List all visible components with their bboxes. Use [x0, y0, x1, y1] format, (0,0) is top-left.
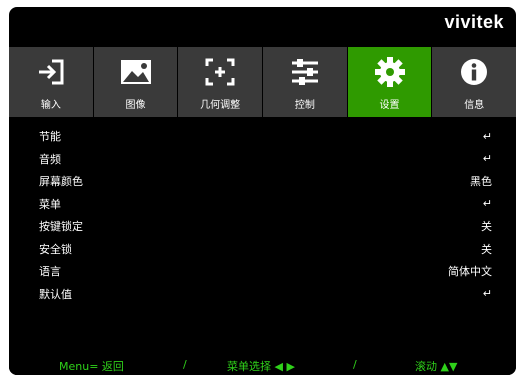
- input-icon: [33, 54, 69, 90]
- footer-scroll-hint: 滚动 ▲▼: [415, 360, 458, 373]
- menu-item-value: 关: [481, 242, 492, 256]
- brand-logo: vivitek: [444, 12, 504, 32]
- enter-icon: ↵: [482, 129, 492, 143]
- footer-separator: /: [183, 358, 187, 371]
- footer-hint-bar: Menu= 返回 / 菜单选择 ◀ ▶ / 滚动 ▲▼: [9, 355, 516, 375]
- menu-item-key-lock[interactable]: 按键锁定 关: [9, 215, 516, 238]
- menu-item-label: 菜单: [39, 197, 61, 211]
- tab-bar: 输入 图像 几何调整 控制 设置 信息: [9, 47, 516, 117]
- info-icon: [456, 54, 492, 90]
- menu-item-security-lock[interactable]: 安全锁 关: [9, 238, 516, 261]
- menu-item-label: 屏幕颜色: [39, 175, 83, 189]
- menu-item-value: 简体中文: [448, 265, 492, 279]
- menu-item-language[interactable]: 语言 简体中文: [9, 260, 516, 283]
- osd-menu-window: vivitek 输入 图像 几何调整 控制 设置 信息 节能 ↵ 音频 ↵ 屏幕…: [9, 7, 516, 375]
- footer-menu-back-hint: Menu= 返回: [59, 360, 124, 373]
- menu-item-label: 按键锁定: [39, 220, 83, 234]
- menu-item-value: 关: [481, 220, 492, 234]
- enter-icon: ↵: [482, 287, 492, 301]
- menu-item-default[interactable]: 默认值 ↵: [9, 283, 516, 306]
- tab-label: 输入: [40, 100, 61, 111]
- menu-item-power-saving[interactable]: 节能 ↵: [9, 125, 516, 148]
- tab-geometry[interactable]: 几何调整: [178, 47, 263, 117]
- footer-separator: /: [353, 358, 357, 371]
- tab-info[interactable]: 信息: [432, 47, 516, 117]
- menu-item-menu[interactable]: 菜单 ↵: [9, 193, 516, 216]
- image-icon: [118, 54, 154, 90]
- enter-icon: ↵: [482, 152, 492, 166]
- tab-label: 图像: [125, 100, 146, 111]
- menu-item-label: 节能: [39, 130, 61, 144]
- gear-icon: [372, 54, 408, 90]
- menu-item-value: 黑色: [470, 175, 492, 189]
- tab-label: 设置: [379, 100, 400, 111]
- menu-item-label: 音频: [39, 152, 61, 166]
- menu-item-label: 语言: [39, 265, 61, 279]
- menu-item-label: 安全锁: [39, 242, 72, 256]
- footer-menu-select-hint: 菜单选择 ◀ ▶: [227, 360, 295, 373]
- tab-image[interactable]: 图像: [93, 47, 178, 117]
- menu-item-audio[interactable]: 音频 ↵: [9, 148, 516, 171]
- settings-menu-list: 节能 ↵ 音频 ↵ 屏幕颜色 黑色 菜单 ↵ 按键锁定 关 安全锁 关 语言 简…: [9, 117, 516, 350]
- tab-settings[interactable]: 设置: [347, 47, 432, 117]
- tab-label: 控制: [294, 100, 315, 111]
- tab-control[interactable]: 控制: [263, 47, 347, 117]
- menu-item-label: 默认值: [39, 287, 72, 301]
- menu-item-screen-color[interactable]: 屏幕颜色 黑色: [9, 170, 516, 193]
- tab-label: 信息: [464, 100, 485, 111]
- tab-label: 几何调整: [200, 100, 241, 111]
- geometry-icon: [202, 54, 238, 90]
- tab-input[interactable]: 输入: [9, 47, 93, 117]
- sliders-icon: [287, 54, 323, 90]
- enter-icon: ↵: [482, 197, 492, 211]
